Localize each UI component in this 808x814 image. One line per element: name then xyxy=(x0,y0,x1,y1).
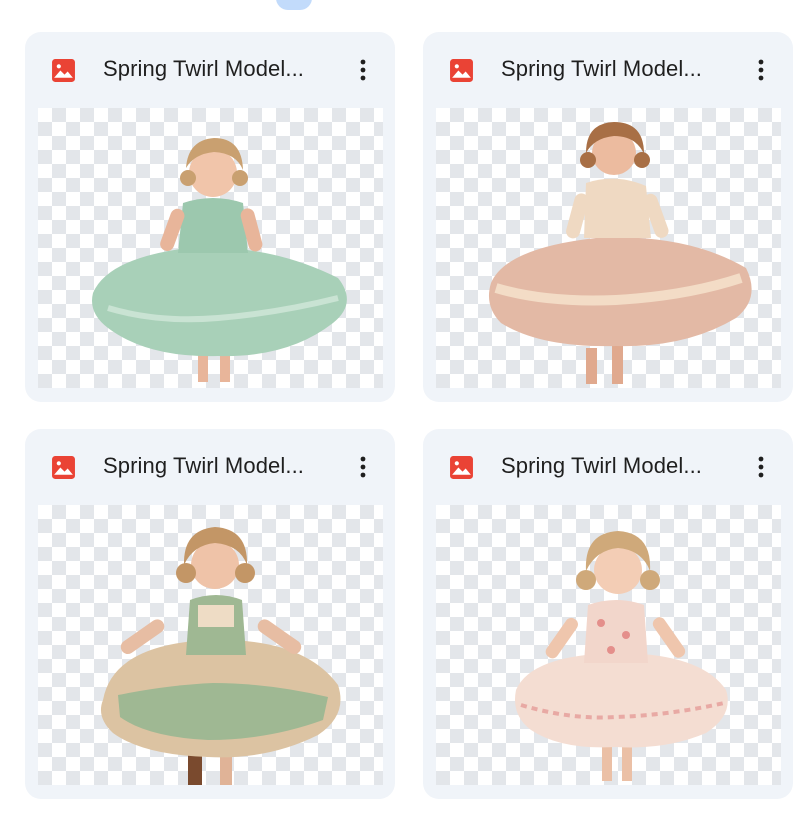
file-grid: Spring Twirl Model... Spring Twirl Model… xyxy=(25,32,793,799)
image-file-icon xyxy=(52,456,75,479)
more-options-button[interactable] xyxy=(345,52,381,88)
file-title[interactable]: Spring Twirl Model... xyxy=(501,453,702,479)
file-title[interactable]: Spring Twirl Model... xyxy=(103,453,304,479)
file-card[interactable]: Spring Twirl Model... xyxy=(25,32,395,402)
girl-twirling-image xyxy=(488,122,752,384)
girl-twirling-image xyxy=(100,527,341,785)
cut-off-top-bar xyxy=(0,0,808,14)
more-vert-icon xyxy=(360,456,366,478)
file-card-header: Spring Twirl Model... xyxy=(25,32,395,108)
more-options-button[interactable] xyxy=(743,52,779,88)
more-options-button[interactable] xyxy=(743,449,779,485)
file-thumbnail[interactable] xyxy=(38,108,383,388)
file-thumbnail[interactable] xyxy=(436,505,781,785)
girl-twirling-image xyxy=(515,531,728,781)
more-vert-icon xyxy=(360,59,366,81)
more-options-button[interactable] xyxy=(345,449,381,485)
girl-twirling-image xyxy=(92,138,347,382)
file-thumbnail[interactable] xyxy=(436,108,781,388)
image-file-icon xyxy=(450,59,473,82)
file-card[interactable]: Spring Twirl Model... xyxy=(25,429,395,799)
more-vert-icon xyxy=(758,59,764,81)
image-file-icon xyxy=(450,456,473,479)
cut-off-chip xyxy=(276,0,312,10)
file-title[interactable]: Spring Twirl Model... xyxy=(103,56,304,82)
file-card-header: Spring Twirl Model... xyxy=(25,429,395,505)
file-card[interactable]: Spring Twirl Model... xyxy=(423,429,793,799)
file-card-header: Spring Twirl Model... xyxy=(423,32,793,108)
file-title[interactable]: Spring Twirl Model... xyxy=(501,56,702,82)
more-vert-icon xyxy=(758,456,764,478)
image-file-icon xyxy=(52,59,75,82)
file-card[interactable]: Spring Twirl Model... xyxy=(423,32,793,402)
file-card-header: Spring Twirl Model... xyxy=(423,429,793,505)
file-thumbnail[interactable] xyxy=(38,505,383,785)
